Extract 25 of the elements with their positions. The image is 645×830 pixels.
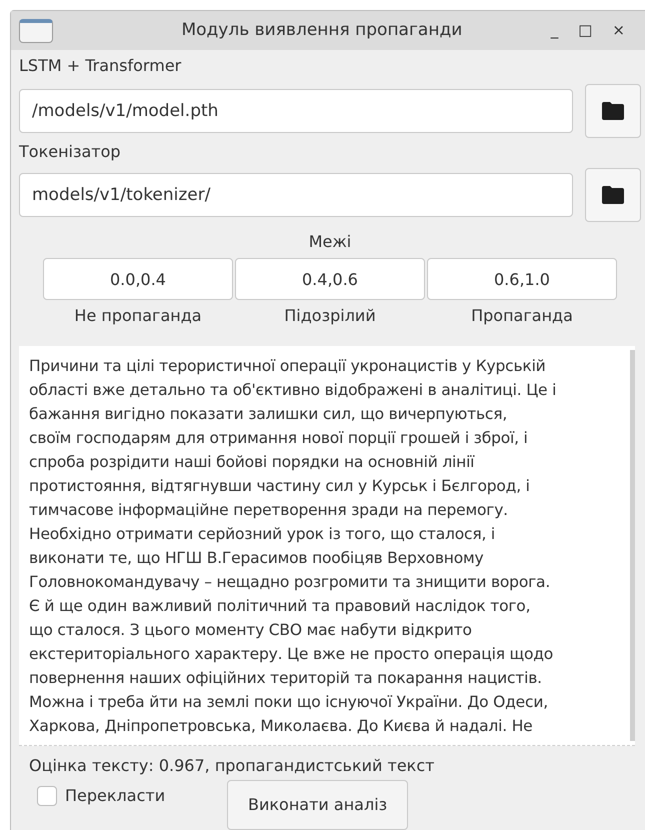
threshold-label: Підозрілий xyxy=(283,305,377,327)
checkbox-label: Перекласти xyxy=(65,785,166,807)
browse-button[interactable] xyxy=(585,168,641,222)
threshold-field[interactable]: 0.4,0.6 xyxy=(235,258,425,300)
close-button[interactable]: × xyxy=(612,19,625,42)
threshold-label: Не пропаганда xyxy=(73,305,203,327)
minimize-button[interactable]: _ xyxy=(550,19,558,42)
scrollbar[interactable] xyxy=(630,350,635,741)
result-text: Оцінка тексту: 0.967, пропагандистський текст xyxy=(28,755,436,777)
threshold-field[interactable]: 0.0,0.4 xyxy=(43,258,233,300)
threshold-field[interactable]: 0.6,1.0 xyxy=(427,258,617,300)
path-field[interactable]: models/v1/tokenizer/ xyxy=(19,173,573,217)
browse-button[interactable] xyxy=(585,84,641,138)
path-field[interactable]: /models/v1/model.pth xyxy=(19,89,573,133)
maximize-button[interactable]: □ xyxy=(578,19,592,42)
window-title: Модуль виявлення пропаганди xyxy=(180,18,464,42)
run-analysis-button[interactable]: Виконати аналіз xyxy=(227,780,408,830)
folder-icon xyxy=(601,101,625,121)
field-label: Токенізатор xyxy=(19,141,122,163)
threshold-label: Пропаганда xyxy=(470,305,574,327)
window-icon xyxy=(19,18,53,42)
folder-icon xyxy=(601,185,625,205)
section-title: Межі xyxy=(308,231,352,253)
field-label: LSTM + Transformer xyxy=(19,55,182,77)
checkbox[interactable] xyxy=(37,786,57,806)
